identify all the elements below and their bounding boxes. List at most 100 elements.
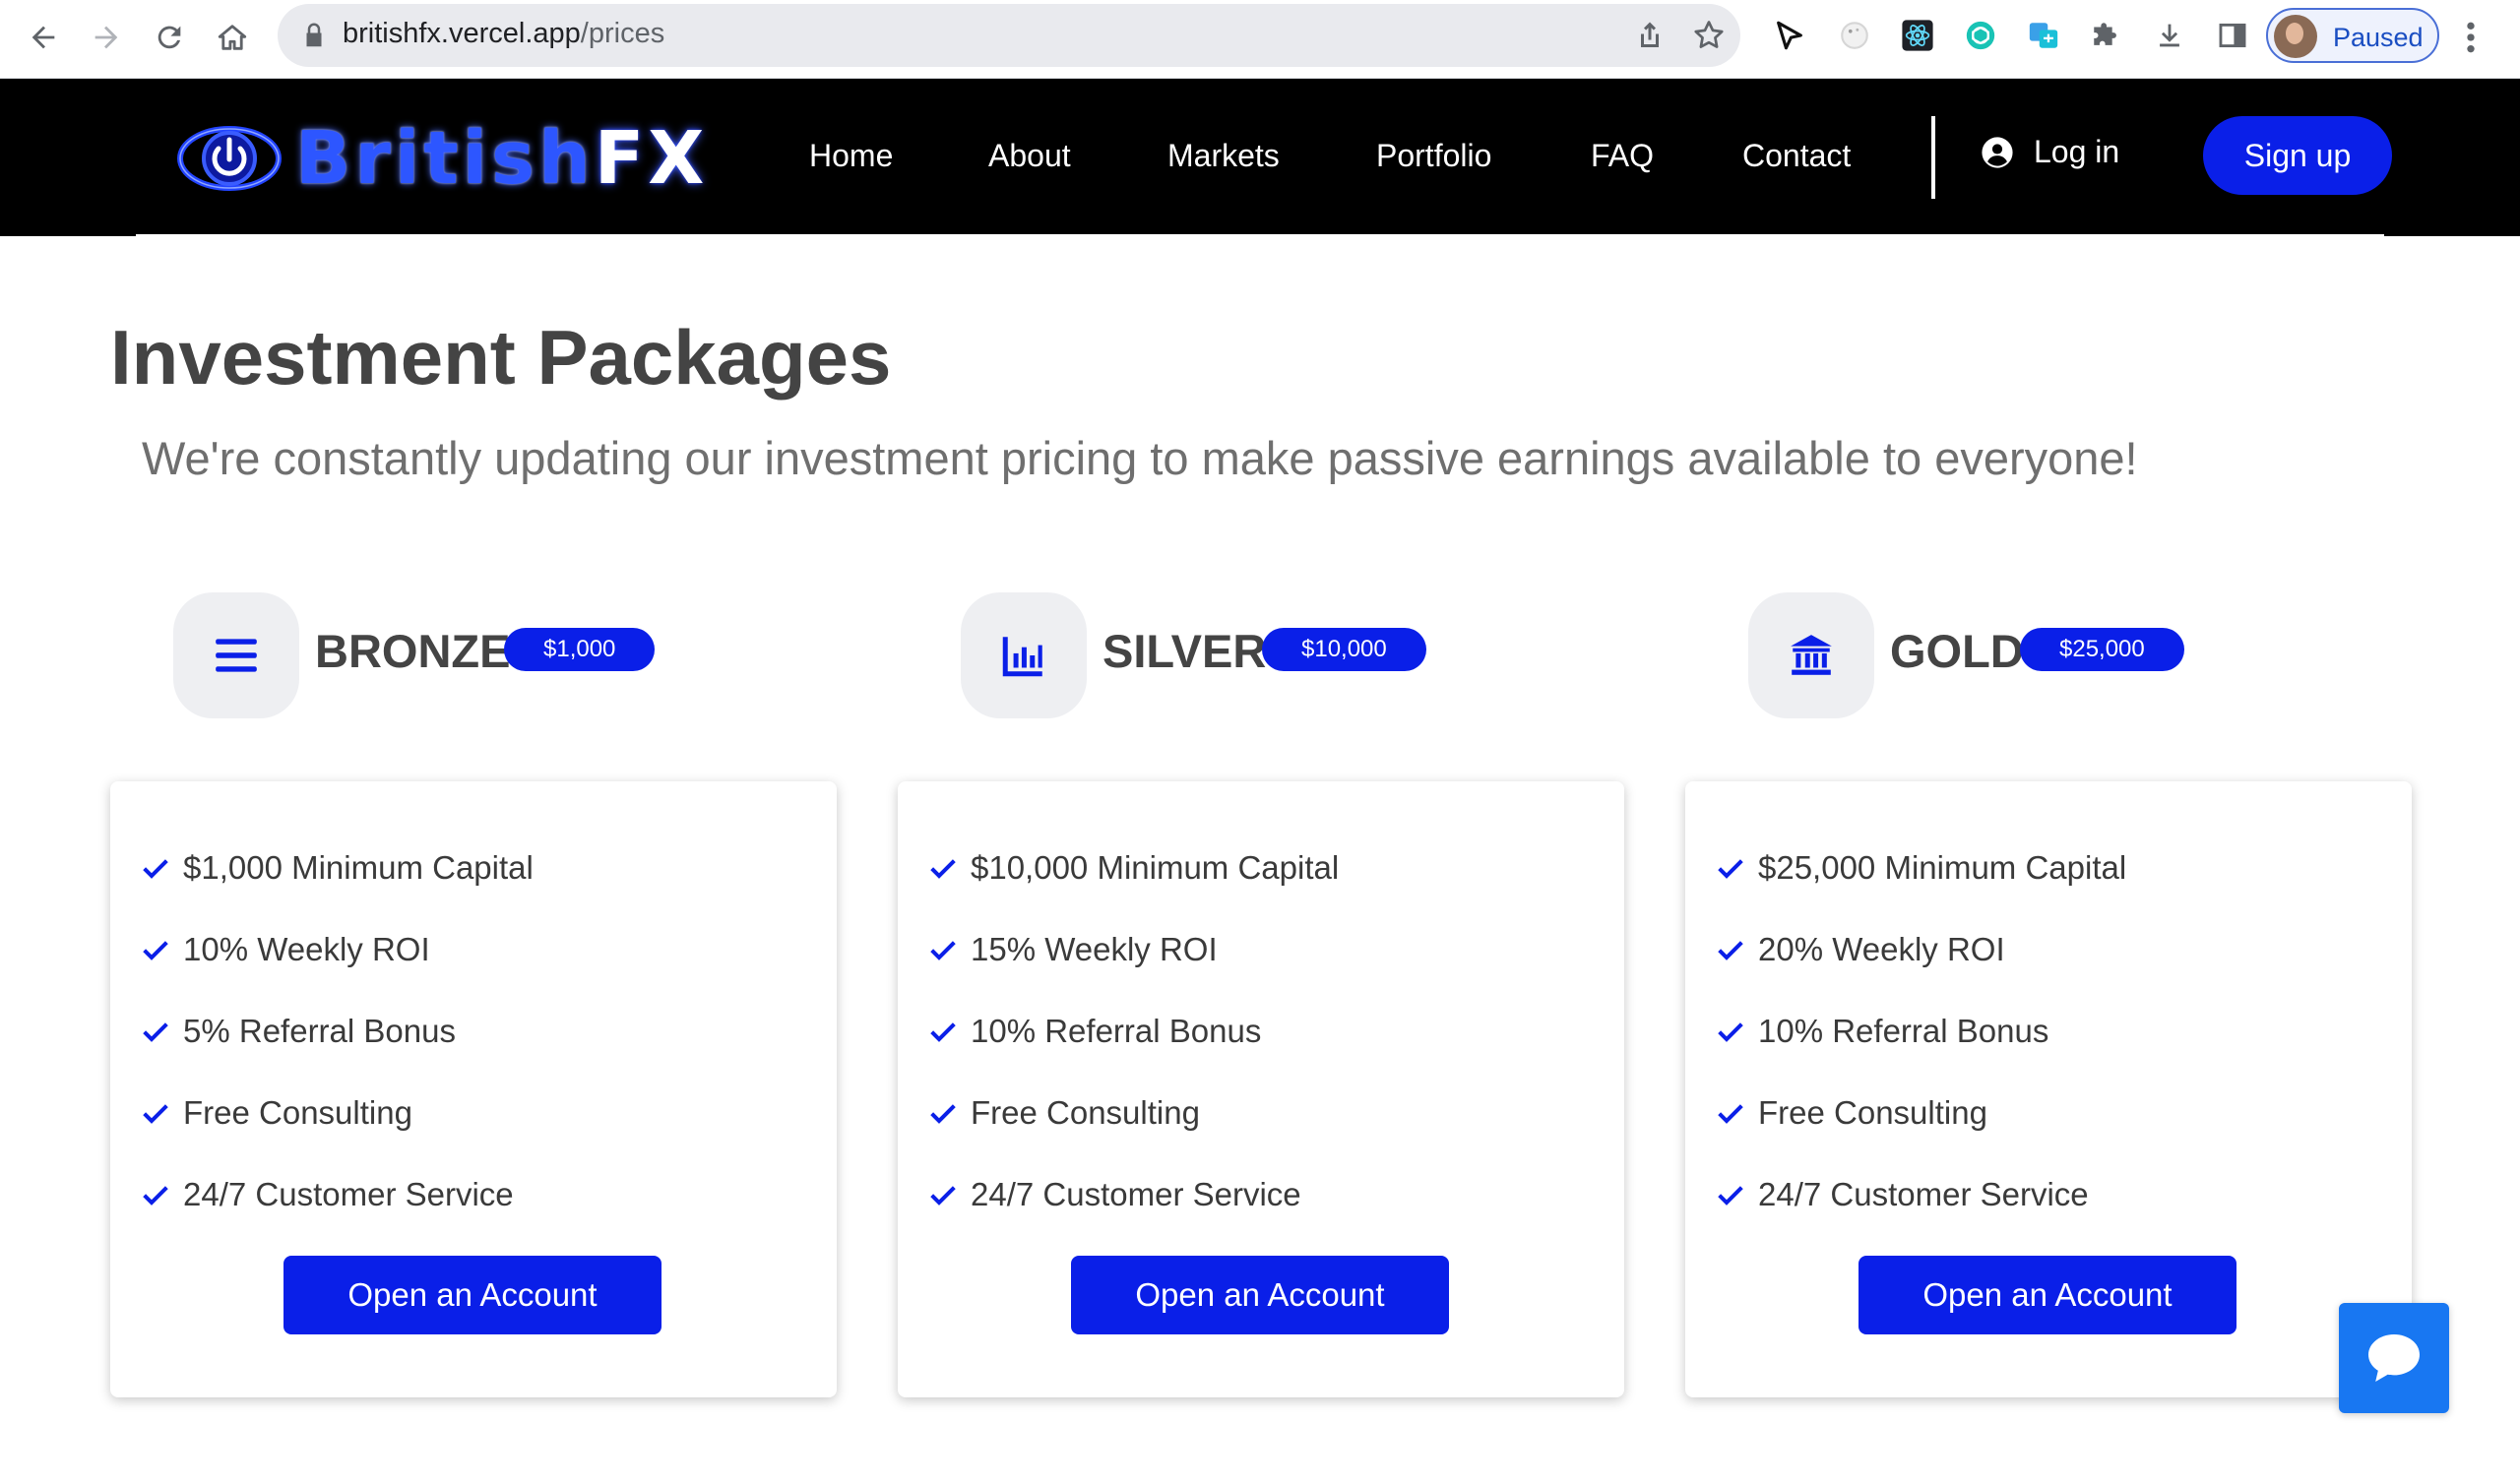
nav-divider — [1931, 116, 1935, 199]
login-link[interactable]: Log in — [1981, 134, 2119, 170]
feature-item: 24/7 Customer Service — [1715, 1172, 2089, 1217]
package-card-silver: $10,000 Minimum Capital 15% Weekly ROI 1… — [898, 781, 1624, 1397]
profile-button[interactable]: Paused — [2266, 8, 2439, 63]
tier-price-badge: $10,000 — [1262, 628, 1426, 671]
feature-item: $10,000 Minimum Capital — [927, 845, 1339, 891]
extension-circle[interactable] — [1835, 16, 1874, 55]
package-card-bronze: $1,000 Minimum Capital 10% Weekly ROI 5%… — [110, 781, 837, 1397]
check-icon — [143, 1104, 168, 1124]
tier-price-badge: $1,000 — [504, 628, 656, 671]
home-icon — [218, 25, 247, 50]
feature-item: 10% Weekly ROI — [140, 927, 430, 972]
side-panel-icon — [2219, 23, 2246, 48]
site-header: BritishFX Home About Markets Portfolio F… — [0, 79, 2520, 236]
check-icon — [930, 1186, 956, 1206]
open-account-button[interactable]: Open an Account — [1071, 1256, 1449, 1334]
page-subtitle: We're constantly updating our investment… — [142, 432, 2138, 484]
forward-arrow-icon — [94, 26, 118, 49]
extension-translate[interactable] — [2024, 16, 2063, 55]
check-icon — [930, 1104, 956, 1124]
extensions-button[interactable] — [2087, 16, 2126, 55]
extension-openai[interactable] — [1961, 16, 2000, 55]
share-icon[interactable] — [1632, 18, 1668, 53]
feature-item: Free Consulting — [927, 1090, 1200, 1136]
nav-faq[interactable]: FAQ — [1591, 138, 1654, 174]
login-label: Log in — [2034, 134, 2120, 169]
bars-icon — [216, 639, 257, 672]
bookmark-star-icon[interactable] — [1691, 18, 1727, 53]
check-icon — [1718, 859, 1743, 879]
more-menu-icon[interactable] — [2461, 18, 2481, 57]
check-icon — [1718, 1186, 1743, 1206]
tier-icon-box — [173, 592, 299, 718]
signup-button[interactable]: Sign up — [2203, 116, 2392, 195]
tier-name: SILVER — [1102, 625, 1267, 677]
check-icon — [930, 1022, 956, 1042]
tier-name: BRONZE — [315, 625, 511, 677]
tier-price-badge: $25,000 — [2020, 628, 2184, 671]
feature-item: $1,000 Minimum Capital — [140, 845, 534, 891]
feature-item: 24/7 Customer Service — [927, 1172, 1301, 1217]
feature-item: 5% Referral Bonus — [140, 1009, 456, 1054]
chat-widget-button[interactable] — [2339, 1303, 2449, 1413]
feature-item: $25,000 Minimum Capital — [1715, 845, 2126, 891]
nav-home[interactable]: Home — [809, 138, 893, 174]
extension-cursor[interactable] — [1770, 16, 1809, 55]
back-button[interactable] — [22, 16, 65, 59]
react-icon — [1902, 20, 1933, 51]
feature-item: 10% Referral Bonus — [1715, 1009, 2048, 1054]
check-icon — [1718, 1104, 1743, 1124]
page-title: Investment Packages — [110, 314, 892, 401]
dotted-circle-icon — [1841, 22, 1868, 49]
feature-item: 24/7 Customer Service — [140, 1172, 514, 1217]
lock-icon — [306, 23, 322, 47]
address-bar[interactable]: britishfx.vercel.app/prices — [278, 4, 1740, 67]
feature-item: Free Consulting — [1715, 1090, 1987, 1136]
nav-portfolio[interactable]: Portfolio — [1376, 138, 1491, 174]
forward-button[interactable] — [85, 16, 128, 59]
side-panel-button[interactable] — [2213, 16, 2252, 55]
tier-icon-box — [1748, 592, 1874, 718]
browser-toolbar: britishfx.vercel.app/prices Paused — [0, 0, 2520, 79]
bank-icon — [1791, 635, 1832, 675]
download-icon — [2160, 24, 2179, 47]
user-circle-icon — [1982, 136, 2013, 168]
check-icon — [143, 1022, 168, 1042]
brand-logo[interactable]: BritishFX — [177, 116, 709, 201]
avatar — [2274, 15, 2317, 58]
feature-item: 20% Weekly ROI — [1715, 927, 2005, 972]
power-logo-icon — [177, 126, 282, 191]
check-icon — [1718, 941, 1743, 960]
nav-contact[interactable]: Contact — [1742, 138, 1851, 174]
check-icon — [143, 1186, 168, 1206]
profile-status-label: Paused — [2333, 23, 2424, 52]
puzzle-icon — [2094, 23, 2116, 45]
reload-icon — [158, 26, 181, 49]
url-text: britishfx.vercel.app/prices — [343, 18, 665, 49]
check-icon — [930, 941, 956, 960]
back-arrow-icon — [32, 26, 55, 49]
brand-name: BritishFX — [295, 116, 709, 201]
cursor-arrow-icon — [1777, 21, 1802, 50]
check-icon — [1718, 1022, 1743, 1042]
tier-name: GOLD — [1890, 625, 2024, 677]
check-icon — [930, 859, 956, 879]
feature-item: Free Consulting — [140, 1090, 412, 1136]
reload-button[interactable] — [148, 16, 191, 59]
extension-react-devtools[interactable] — [1898, 16, 1937, 55]
downloads-button[interactable] — [2150, 16, 2189, 55]
check-icon — [143, 941, 168, 960]
swirl-icon — [1966, 21, 1995, 50]
open-account-button[interactable]: Open an Account — [1858, 1256, 2236, 1334]
nav-about[interactable]: About — [988, 138, 1071, 174]
nav-markets[interactable]: Markets — [1167, 138, 1280, 174]
open-account-button[interactable]: Open an Account — [284, 1256, 662, 1334]
feature-item: 10% Referral Bonus — [927, 1009, 1261, 1054]
translate-icon — [2029, 23, 2058, 48]
home-button[interactable] — [211, 16, 254, 59]
chart-icon — [1002, 637, 1042, 677]
chat-bubble-icon — [2368, 1334, 2420, 1382]
header-underline — [136, 234, 2384, 236]
package-card-gold: $25,000 Minimum Capital 20% Weekly ROI 1… — [1685, 781, 2412, 1397]
feature-item: 15% Weekly ROI — [927, 927, 1218, 972]
